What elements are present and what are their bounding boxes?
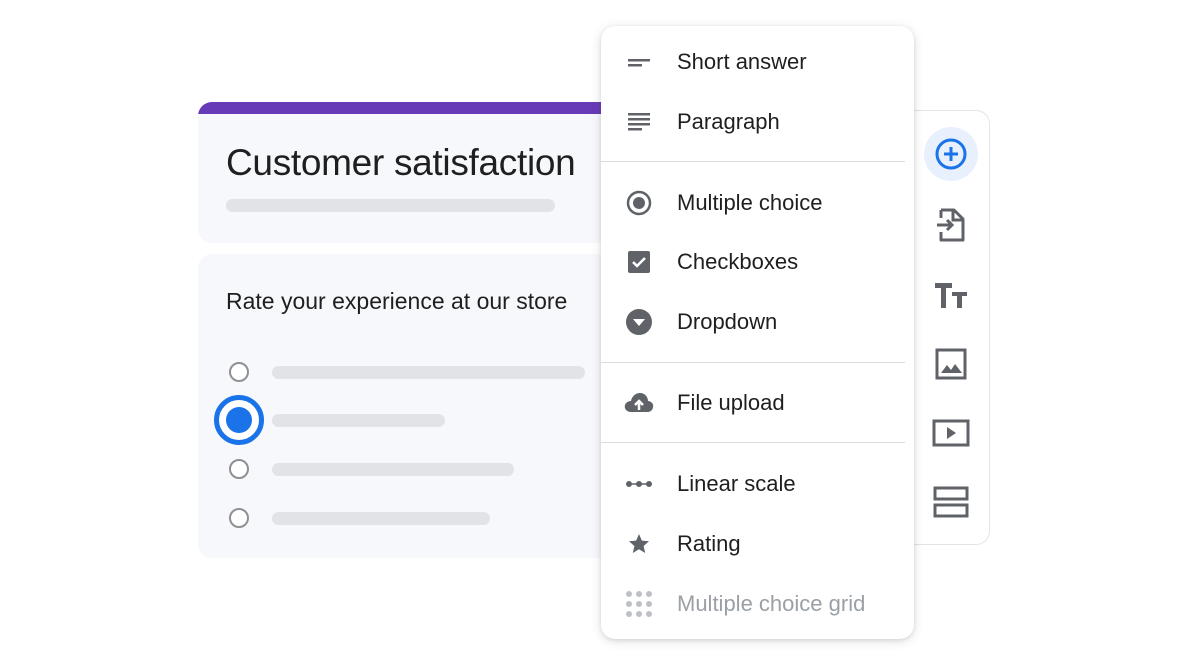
option-label-placeholder-2 bbox=[272, 414, 445, 427]
option-label-placeholder-3 bbox=[272, 463, 514, 476]
menu-item-label: Rating bbox=[677, 531, 741, 556]
title-accent-bar bbox=[198, 102, 618, 114]
menu-item-label: Multiple choice grid bbox=[677, 591, 866, 616]
radio-icon bbox=[626, 190, 652, 216]
add-title-button[interactable] bbox=[924, 268, 978, 322]
dropdown-icon bbox=[626, 309, 652, 335]
menu-item-multiple-choice[interactable]: Multiple choice bbox=[601, 175, 914, 231]
paragraph-icon bbox=[628, 113, 650, 131]
checkbox-icon bbox=[628, 251, 650, 273]
question-title[interactable]: Rate your experience at our store bbox=[226, 288, 567, 315]
cloud-upload-icon bbox=[624, 393, 654, 412]
menu-item-file-upload[interactable]: File upload bbox=[601, 375, 914, 431]
menu-item-short-answer[interactable]: Short answer bbox=[601, 34, 914, 90]
title-text-icon bbox=[935, 283, 967, 308]
star-icon bbox=[629, 534, 649, 553]
add-circle-icon bbox=[935, 138, 967, 170]
short-answer-icon bbox=[628, 59, 650, 67]
menu-item-rating[interactable]: Rating bbox=[601, 516, 914, 572]
question-type-menu: Short answer Paragraph Multiple choice C… bbox=[601, 26, 914, 639]
question-card[interactable]: Rate your experience at our store bbox=[198, 254, 618, 558]
menu-divider bbox=[601, 161, 905, 162]
option-radio-3[interactable] bbox=[229, 459, 249, 479]
image-icon bbox=[935, 348, 967, 380]
section-icon bbox=[933, 486, 969, 518]
import-questions-icon bbox=[937, 208, 965, 242]
option-radio-2-selected[interactable] bbox=[214, 395, 264, 445]
linear-scale-icon bbox=[626, 481, 652, 487]
menu-divider bbox=[601, 362, 905, 363]
menu-item-label: Checkboxes bbox=[677, 249, 799, 274]
menu-item-label: Multiple choice bbox=[677, 190, 823, 215]
add-question-button[interactable] bbox=[924, 127, 978, 181]
menu-item-dropdown[interactable]: Dropdown bbox=[601, 294, 914, 350]
option-radio-4[interactable] bbox=[229, 508, 249, 528]
add-image-button[interactable] bbox=[924, 337, 978, 391]
option-label-placeholder-1 bbox=[272, 366, 585, 379]
menu-item-paragraph[interactable]: Paragraph bbox=[601, 94, 914, 150]
form-title[interactable]: Customer satisfaction bbox=[226, 142, 576, 184]
menu-item-label: File upload bbox=[677, 390, 785, 415]
menu-item-label: Linear scale bbox=[677, 471, 796, 496]
form-description-placeholder[interactable] bbox=[226, 199, 555, 212]
form-title-card[interactable]: Customer satisfaction bbox=[198, 102, 618, 243]
menu-item-multiple-choice-grid[interactable]: Multiple choice grid bbox=[601, 576, 914, 632]
grid-icon bbox=[626, 591, 652, 617]
add-section-button[interactable] bbox=[924, 475, 978, 529]
video-icon bbox=[932, 419, 970, 447]
add-video-button[interactable] bbox=[924, 406, 978, 460]
menu-item-label: Dropdown bbox=[677, 309, 778, 334]
option-label-placeholder-4 bbox=[272, 512, 490, 525]
menu-item-checkboxes[interactable]: Checkboxes bbox=[601, 234, 914, 290]
menu-item-label: Paragraph bbox=[677, 109, 780, 134]
import-questions-button[interactable] bbox=[924, 198, 978, 252]
menu-item-label: Short answer bbox=[677, 49, 807, 74]
forms-editor: Customer satisfaction Rate your experien… bbox=[0, 0, 1188, 668]
option-radio-1[interactable] bbox=[229, 362, 249, 382]
menu-divider bbox=[601, 442, 905, 443]
menu-item-linear-scale[interactable]: Linear scale bbox=[601, 456, 914, 512]
